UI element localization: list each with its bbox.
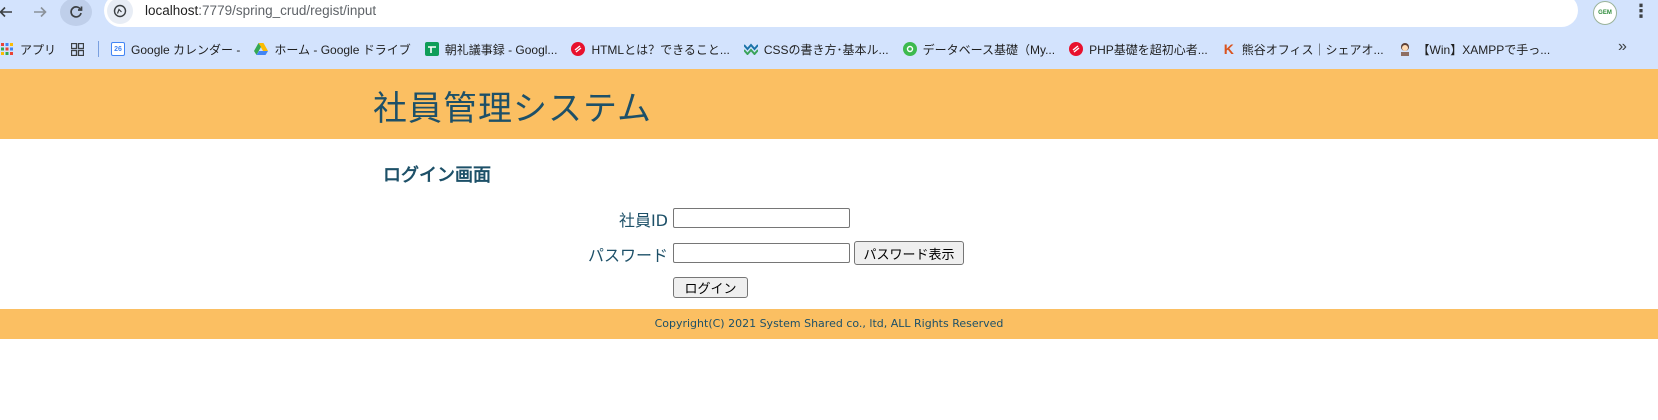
bookmark-label: HTMLとは？できること... bbox=[591, 42, 730, 57]
address-bar[interactable]: localhost:7779/spring_crud/regist/input bbox=[104, 0, 1578, 27]
bookmark-label: CSSの書き方･基本ル... bbox=[763, 42, 889, 57]
bookmark-css-basics[interactable]: CSSの書き方･基本ル... bbox=[743, 41, 889, 58]
login-button[interactable]: ログイン bbox=[673, 277, 748, 298]
bookmark-label: PHP基礎を超初心者... bbox=[1089, 42, 1208, 57]
login-section: ログイン画面 社員ID パスワード パスワード表示 ログイン bbox=[0, 139, 1658, 309]
bookmark-label: データベース基礎（My... bbox=[922, 42, 1056, 57]
page-title: ログイン画面 bbox=[383, 165, 491, 186]
bookmark-php-basics[interactable]: PHP基礎を超初心者... bbox=[1069, 41, 1208, 58]
copyright-text: Copyright(C) 2021 System Shared co., ltd… bbox=[654, 317, 1004, 330]
bookmark-label: ホーム - Google ドライブ bbox=[274, 42, 411, 57]
bookmark-xampp[interactable]: 【Win】XAMPPで手っ... bbox=[1398, 41, 1551, 58]
bookmark-label: Google カレンダー - bbox=[131, 42, 241, 57]
show-password-button[interactable]: パスワード表示 bbox=[854, 241, 964, 265]
tab-grid-button[interactable] bbox=[70, 42, 90, 56]
google-sheets-icon bbox=[424, 42, 439, 56]
bookmark-divider bbox=[98, 41, 100, 57]
google-drive-icon bbox=[254, 42, 269, 56]
password-label: パスワード bbox=[587, 246, 668, 265]
reload-icon[interactable] bbox=[60, 0, 92, 26]
blue-diamond-icon bbox=[743, 42, 758, 56]
bookmarks-bar: アプリ 26 Google カレンダー - ホーム - Google ドライブ … bbox=[0, 38, 1658, 60]
site-info-icon[interactable] bbox=[107, 0, 133, 24]
bookmark-label: 熊谷オフィス｜シェアオ... bbox=[1241, 42, 1384, 57]
bookmark-kumagaya-office[interactable]: K 熊谷オフィス｜シェアオ... bbox=[1222, 41, 1384, 58]
profile-text: GEM bbox=[1598, 10, 1612, 16]
bookmark-html-basics[interactable]: HTMLとは？できること... bbox=[571, 41, 730, 58]
bookmark-google-calendar[interactable]: 26 Google カレンダー - bbox=[111, 41, 240, 58]
employee-id-input[interactable] bbox=[673, 208, 850, 228]
google-calendar-icon: 26 bbox=[111, 42, 126, 56]
app-footer: Copyright(C) 2021 System Shared co., ltd… bbox=[0, 309, 1658, 339]
url-host: localhost bbox=[145, 3, 199, 18]
app-title: 社員管理システム bbox=[373, 89, 652, 129]
red-circle-icon bbox=[571, 42, 586, 56]
bookmark-database-basics[interactable]: データベース基礎（My... bbox=[902, 41, 1056, 58]
bookmark-label: 朝礼議事録 - Googl... bbox=[444, 42, 558, 57]
grid-icon bbox=[70, 42, 84, 56]
bookmark-label: 【Win】XAMPPで手っ... bbox=[1417, 42, 1551, 57]
green-circle-icon bbox=[902, 42, 917, 56]
back-arrow-icon[interactable] bbox=[0, 0, 18, 24]
calendar-badge: 26 bbox=[114, 45, 122, 53]
avatar-icon bbox=[1398, 42, 1412, 56]
browser-chrome: localhost:7779/spring_crud/regist/input … bbox=[0, 0, 1658, 69]
url-path: :7779/spring_crud/regist/input bbox=[198, 3, 377, 18]
apps-grid-icon bbox=[0, 42, 14, 56]
kebab-menu-icon[interactable]: ⋮ bbox=[1632, 1, 1650, 23]
bookmark-apps[interactable]: アプリ bbox=[0, 41, 56, 58]
employee-id-label: 社員ID bbox=[618, 211, 668, 230]
red-circle-icon bbox=[1069, 42, 1084, 56]
url-text[interactable]: localhost:7779/spring_crud/regist/input bbox=[145, 3, 376, 18]
bookmark-label: アプリ bbox=[20, 42, 57, 57]
app-header: 社員管理システム bbox=[0, 69, 1658, 139]
bookmarks-overflow-icon[interactable]: » bbox=[1618, 38, 1627, 56]
forward-arrow-icon[interactable] bbox=[28, 0, 52, 24]
bookmark-google-drive[interactable]: ホーム - Google ドライブ bbox=[254, 41, 411, 58]
password-input[interactable] bbox=[673, 243, 850, 263]
k-logo-icon: K bbox=[1223, 41, 1234, 57]
profile-avatar[interactable]: GEM bbox=[1593, 1, 1617, 25]
bookmark-morning-minutes[interactable]: 朝礼議事録 - Googl... bbox=[424, 41, 558, 58]
